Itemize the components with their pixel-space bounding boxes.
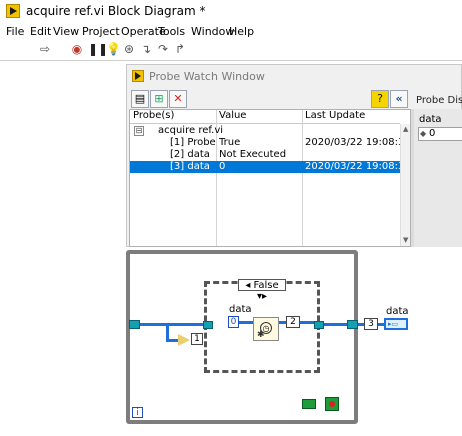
add-probe-icon[interactable]: ⊞ (150, 90, 168, 108)
stop-terminal[interactable] (325, 397, 339, 411)
data-label-inner: data (229, 304, 252, 315)
stop-condition-constant[interactable] (302, 399, 316, 409)
probe-tag-1[interactable]: 1 (191, 333, 203, 345)
vertical-scrollbar[interactable]: ▲ ▼ (400, 124, 410, 246)
probe-watch-window: Probe Watch Window ▤ ⊞ ✕ ? « Probe(s) Va… (126, 64, 462, 247)
probe-value: Not Executed (219, 149, 287, 160)
wire[interactable] (300, 321, 314, 324)
tree-group-label: acquire ref.vi (158, 125, 224, 136)
wire[interactable] (166, 339, 178, 342)
probe-update: 2020/03/22 19:08:39 (305, 161, 411, 172)
toolbar: ⇨ ◉ ❚❚ 💡 ⊛ ↴ ↷ ↱ (0, 40, 462, 61)
scroll-up-icon[interactable]: ▲ (403, 125, 408, 133)
probe-value: True (219, 137, 241, 148)
help-icon[interactable]: ? (371, 90, 389, 108)
indicator-arrow-icon: ▸▭ (388, 320, 399, 328)
probe-window-title: Probe Watch Window (149, 70, 265, 83)
probe-value: 0 (219, 161, 226, 172)
window-title: acquire ref.vi Block Diagram * (26, 4, 206, 18)
menu-bar: File Edit View Project Operate Tools Win… (0, 22, 462, 40)
table-row[interactable]: [2] data Not Executed (130, 149, 410, 161)
run-arrow-icon[interactable]: ⇨ (38, 42, 52, 56)
scroll-down-icon[interactable]: ▼ (403, 236, 408, 244)
case-selector-value: False (253, 280, 279, 291)
labview-vi-icon (6, 4, 20, 18)
labview-small-icon (132, 70, 144, 82)
step-into-icon[interactable]: ↴ (139, 42, 153, 56)
column-header-value[interactable]: Value (216, 110, 302, 124)
probe-name: [3] data (170, 161, 210, 172)
stop-icon (329, 401, 335, 407)
sparkle-icon: ✱ (257, 330, 265, 340)
probe-display-label: Probe Display (416, 95, 462, 106)
table-row[interactable]: [1] Probe True 2020/03/22 19:08:39 (130, 137, 411, 149)
column-header-probes[interactable]: Probe(s) (130, 110, 216, 124)
menu-edit[interactable]: Edit (30, 25, 51, 38)
probe-triangle-icon (178, 334, 190, 346)
highlight-execution-icon[interactable]: 💡 (106, 42, 121, 56)
wire[interactable] (279, 321, 286, 324)
menu-help[interactable]: Help (229, 25, 254, 38)
new-probe-icon[interactable]: ▤ (131, 90, 149, 108)
tree-group-row[interactable]: acquire ref.vi (130, 125, 410, 137)
wire[interactable] (320, 323, 347, 326)
probe-name: [2] data (170, 149, 210, 160)
probe-tag-3[interactable]: 3 (364, 318, 378, 330)
display-data-label: data (419, 114, 442, 125)
delete-probe-icon[interactable]: ✕ (169, 90, 187, 108)
probe-table[interactable]: Probe(s) Value Last Update ⊟ acquire ref… (129, 109, 411, 247)
step-out-icon[interactable]: ↱ (173, 42, 187, 56)
data-constant[interactable]: 0 (228, 316, 239, 328)
step-over-icon[interactable]: ↷ (156, 42, 170, 56)
probe-display-pane: Probe Display data 0 ◆ (414, 95, 462, 247)
title-bar: acquire ref.vi Block Diagram * (0, 0, 462, 22)
data-indicator-terminal[interactable]: ▸▭ (384, 318, 408, 330)
menu-window[interactable]: Window (191, 25, 234, 38)
probe-name: [1] Probe (170, 137, 216, 148)
probe-update: 2020/03/22 19:08:39 (305, 137, 411, 148)
shift-register-right[interactable] (347, 320, 358, 329)
input-tunnel (203, 321, 213, 329)
iteration-terminal[interactable]: i (132, 407, 143, 418)
increment-icon[interactable]: ◆ (420, 129, 426, 138)
collapse-panel-icon[interactable]: « (390, 90, 408, 108)
subvi-node[interactable]: ◷ ✱ (253, 317, 279, 341)
menu-tools[interactable]: Tools (158, 25, 185, 38)
output-tunnel (314, 321, 324, 329)
case-selector[interactable]: ◂ False ▾▸ (238, 279, 286, 302)
menu-project[interactable]: Project (82, 25, 120, 38)
menu-file[interactable]: File (6, 25, 24, 38)
menu-view[interactable]: View (53, 25, 79, 38)
probe-window-titlebar[interactable]: Probe Watch Window (127, 65, 462, 87)
shift-register-left[interactable] (129, 320, 140, 329)
column-header-last-update[interactable]: Last Update (302, 110, 400, 124)
abort-icon[interactable]: ◉ (70, 42, 84, 56)
wire[interactable] (140, 323, 204, 326)
pause-icon[interactable]: ❚❚ (88, 42, 108, 56)
retain-wire-values-icon[interactable]: ⊛ (122, 42, 136, 56)
wire[interactable] (239, 321, 253, 324)
table-row-selected[interactable]: [3] data 0 2020/03/22 19:08:39 (130, 161, 411, 173)
probe-tag-2[interactable]: 2 (286, 316, 300, 328)
data-label-out: data (386, 306, 409, 317)
